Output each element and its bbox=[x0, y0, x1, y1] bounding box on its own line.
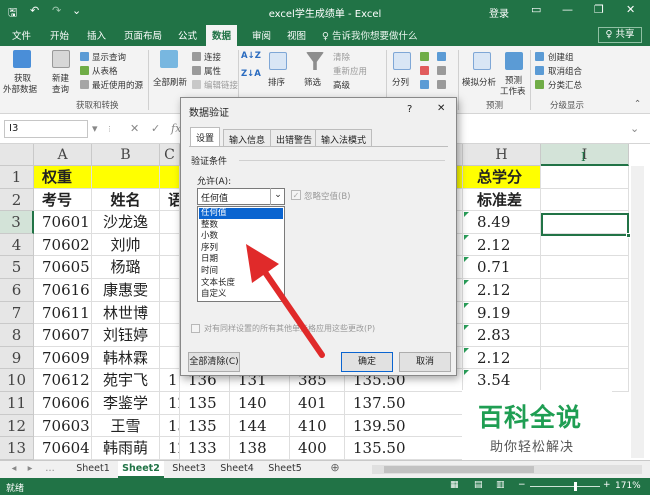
arrow-head bbox=[246, 244, 279, 283]
arrow-shaft bbox=[255, 259, 325, 358]
annotation-arrow bbox=[246, 244, 325, 358]
